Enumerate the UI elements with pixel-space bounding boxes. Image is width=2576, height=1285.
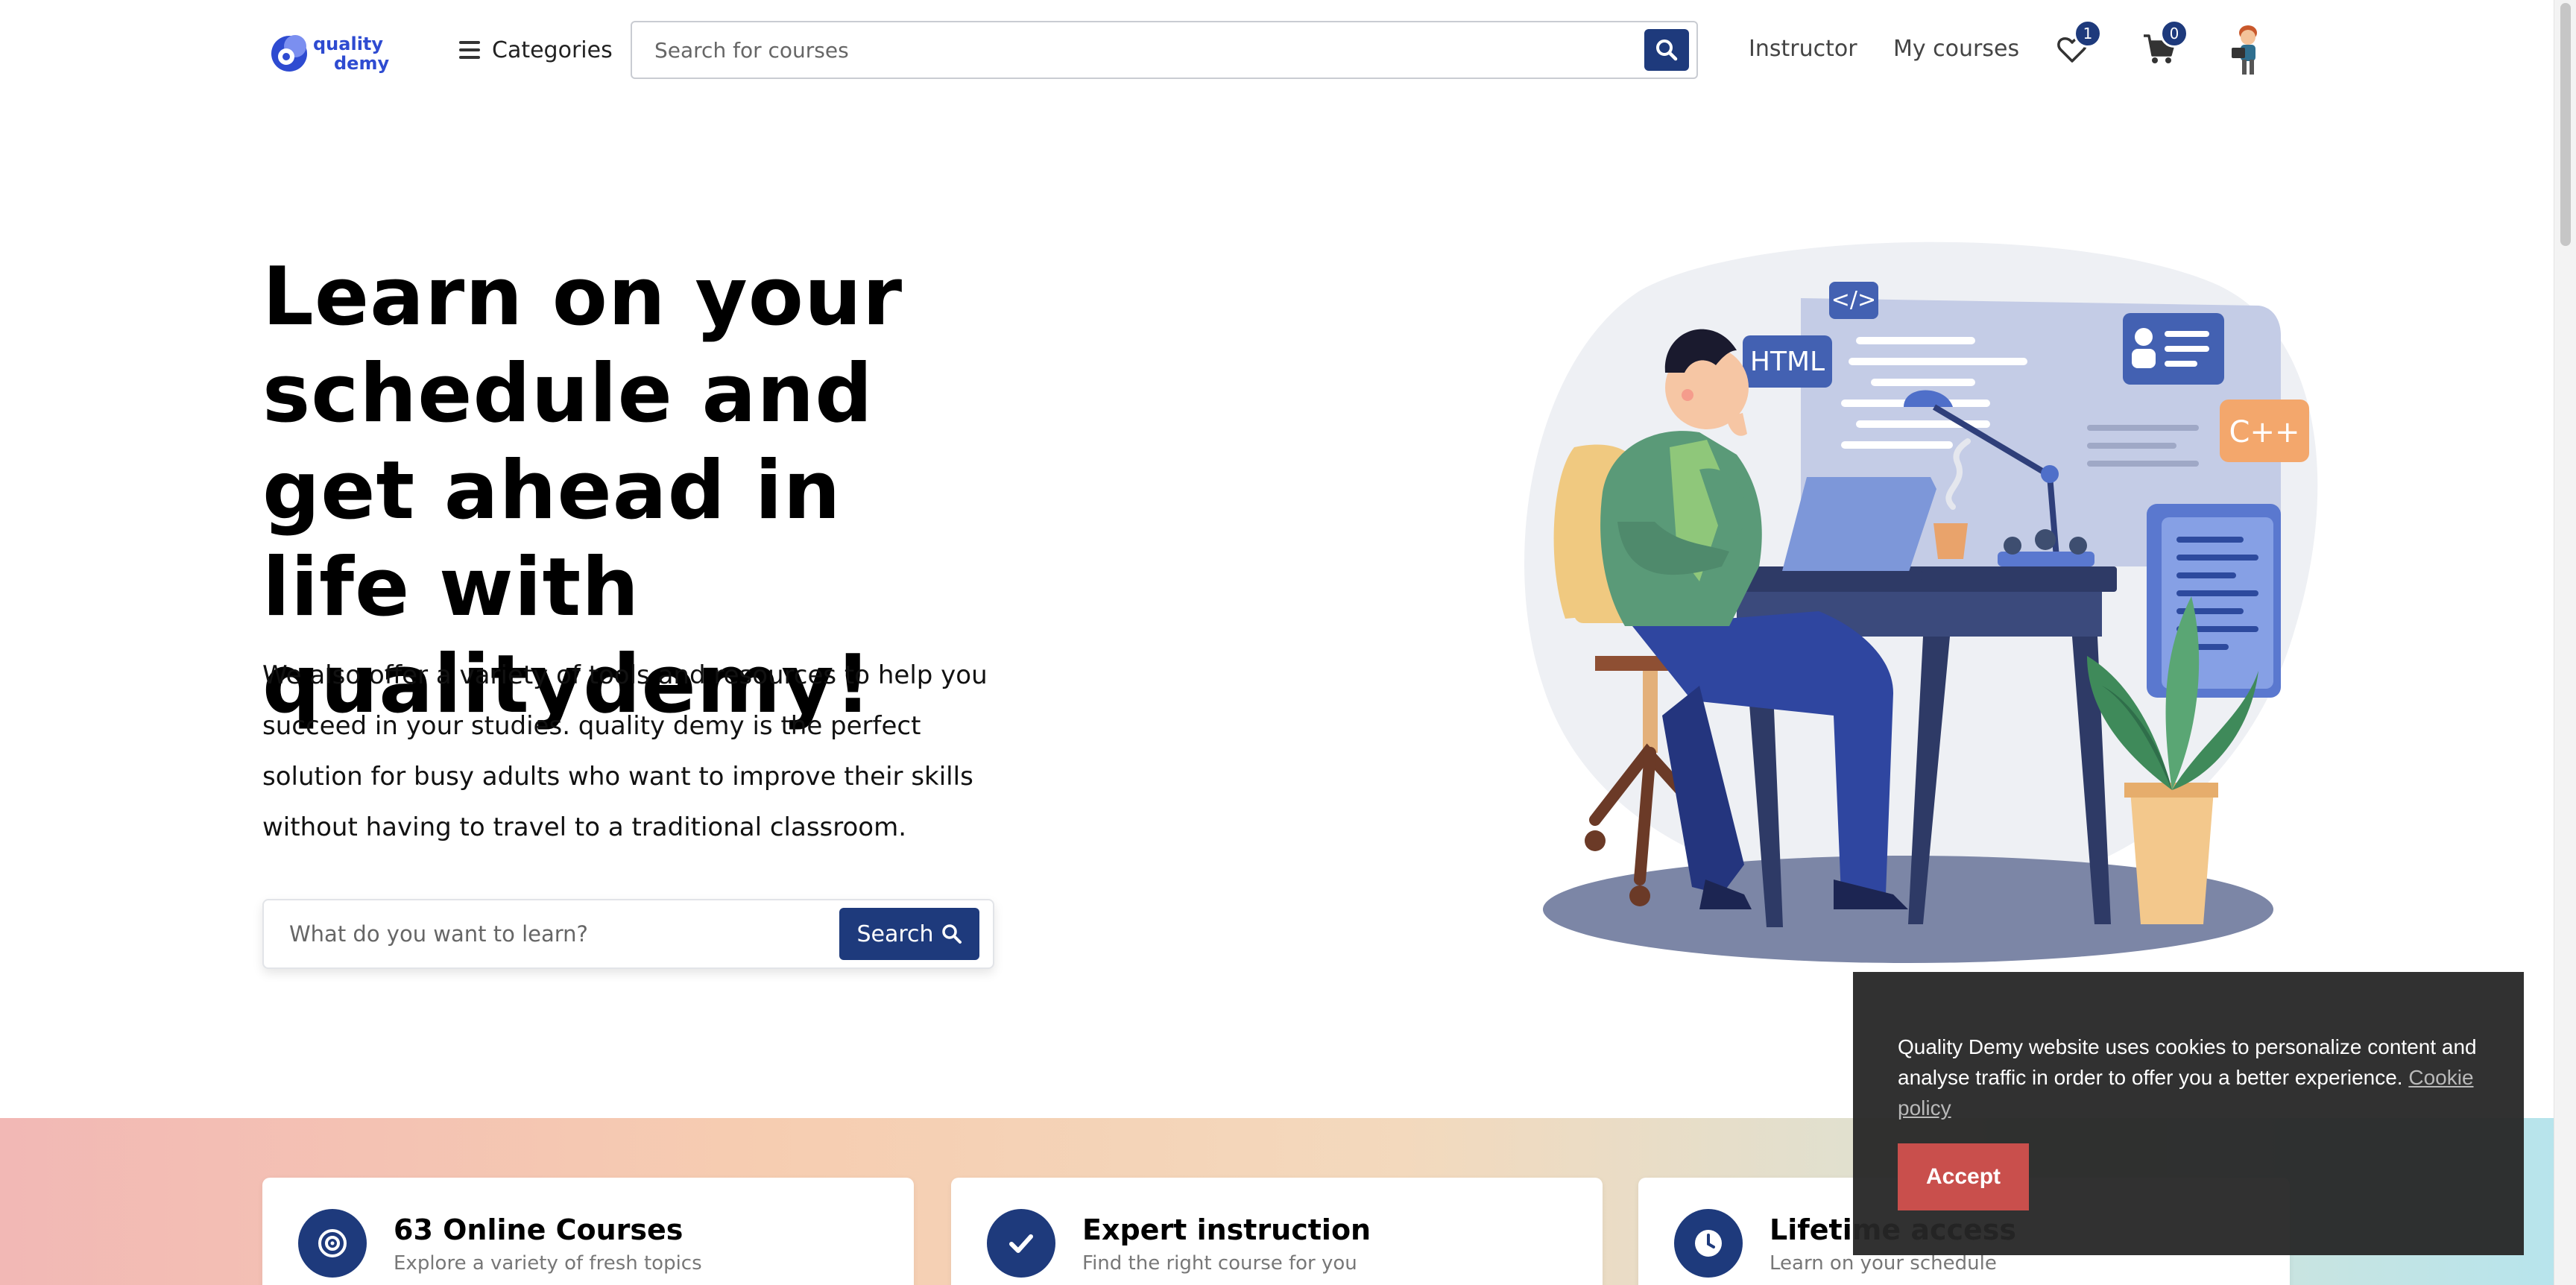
hero-description: We also offer a variety of tools and res… [262,660,988,842]
user-avatar[interactable] [2227,22,2266,78]
feature-card: 63 Online Courses Explore a variety of f… [262,1178,914,1285]
logo-line-1: quality [313,34,384,54]
search-icon [1656,40,1678,61]
avatar-icon [2232,25,2257,75]
header-search-input[interactable] [654,28,1644,72]
tag-code: </> [1831,287,1876,313]
feature-subtitle: Find the right course for you [1082,1252,1357,1275]
nav-instructor[interactable]: Instructor [1749,36,1857,62]
feature-subtitle: Learn on your schedule [1770,1252,1997,1275]
scrollbar-thumb[interactable] [2560,3,2571,246]
check-icon [987,1209,1055,1278]
cart-button[interactable]: 0 [2142,19,2188,69]
categories-label: Categories [492,37,613,63]
logo-line-2: demy [334,53,390,74]
categories-button[interactable]: Categories [459,31,613,69]
hero-search-input[interactable] [289,908,839,960]
hero-search-label: Search [856,921,934,947]
logo[interactable]: quality demy [268,33,389,75]
cookie-message: Quality Demy website uses cookies to per… [1898,1035,2477,1089]
wishlist-count-badge: 1 [2074,19,2102,48]
target-icon [298,1209,367,1278]
search-icon [941,924,962,944]
logo-text: quality demy [313,34,389,73]
clock-icon [1674,1209,1743,1278]
header-search-button[interactable] [1644,29,1689,71]
hero-search: Search [262,899,994,969]
nav-my-courses[interactable]: My courses [1893,36,2019,62]
feature-subtitle: Explore a variety of fresh topics [394,1252,702,1275]
hero-illustration: </> HTML C++ [1506,239,2340,976]
logo-icon [268,33,310,75]
page-scrollbar[interactable] [2554,0,2576,1285]
cookie-accept-button[interactable]: Accept [1898,1143,2029,1210]
hero-search-button[interactable]: Search [839,908,979,960]
menu-icon [459,41,480,59]
wishlist-button[interactable]: 1 [2056,19,2102,69]
feature-card: Expert instruction Find the right course… [951,1178,1603,1285]
feature-title: Expert instruction [1082,1213,1371,1246]
tag-html: HTML [1750,347,1825,377]
feature-title: 63 Online Courses [394,1213,684,1246]
site-header: quality demy Categories Instructor My co… [0,0,2554,101]
header-search [631,21,1698,79]
tag-cpp: C++ [2229,415,2300,449]
cookie-message-wrapper: Quality Demy website uses cookies to per… [1898,1032,2494,1123]
cookie-banner: Quality Demy website uses cookies to per… [1853,972,2524,1255]
cart-count-badge: 0 [2160,19,2188,48]
